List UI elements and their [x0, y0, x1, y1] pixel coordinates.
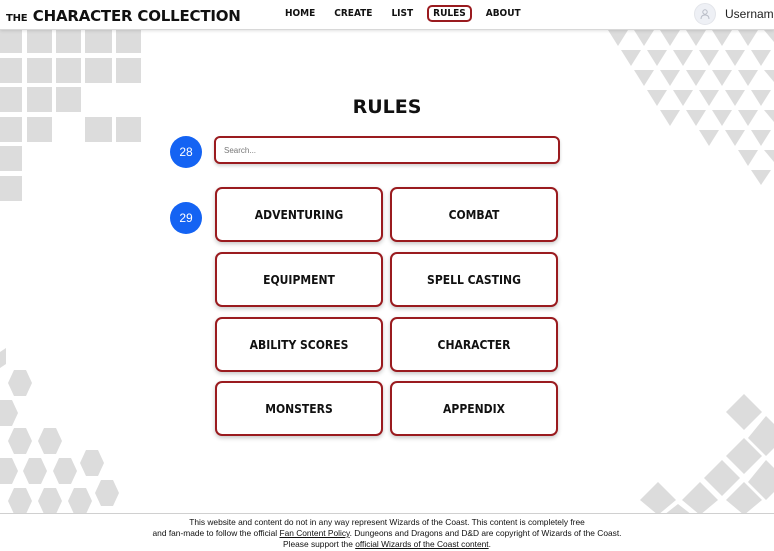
search-input[interactable]: [214, 136, 560, 164]
user-icon[interactable]: [694, 3, 716, 25]
logo-prefix: THE: [6, 13, 28, 24]
rule-adventuring-button[interactable]: ADVENTURING: [215, 187, 383, 242]
rule-equipment-button[interactable]: EQUIPMENT: [215, 252, 383, 307]
main-nav: HOME CREATE LIST RULES ABOUT: [280, 5, 535, 22]
rule-character-button[interactable]: CHARACTER: [390, 317, 558, 372]
rule-combat-button[interactable]: COMBAT: [390, 187, 558, 242]
nav-list[interactable]: LIST: [386, 5, 418, 22]
footer-line-1: This website and content do not in any w…: [189, 517, 585, 527]
rule-ability-scores-button[interactable]: ABILITY SCORES: [215, 317, 383, 372]
site-logo[interactable]: THE CHARACTER COLLECTION: [6, 6, 241, 25]
rule-monsters-button[interactable]: MONSTERS: [215, 381, 383, 436]
footer-text: . Dungeons and Dragons and D&D are copyr…: [349, 528, 622, 538]
search-number-badge: 28: [170, 136, 202, 168]
fan-content-policy-link[interactable]: Fan Content Policy: [279, 528, 349, 538]
footer-text: Please support the: [283, 539, 356, 549]
nav-create[interactable]: CREATE: [329, 5, 377, 22]
footer-text: and fan-made to follow the official: [152, 528, 280, 538]
footer-line-2: and fan-made to follow the official Fan …: [0, 528, 774, 539]
footer: This website and content do not in any w…: [0, 513, 774, 551]
nav-about[interactable]: ABOUT: [481, 5, 526, 22]
footer-text: .: [488, 539, 491, 549]
username-label[interactable]: Username: [725, 7, 774, 21]
rule-spell-casting-button[interactable]: SPELL CASTING: [390, 252, 558, 307]
decor-diamonds-bottomright: [640, 394, 774, 515]
nav-rules[interactable]: RULES: [427, 5, 472, 22]
rule-appendix-button[interactable]: APPENDIX: [390, 381, 558, 436]
grid-number-badge: 29: [170, 202, 202, 234]
page-title: RULES: [352, 96, 422, 118]
nav-home[interactable]: HOME: [280, 5, 320, 22]
footer-line-3: Please support the official Wizards of t…: [0, 539, 774, 550]
user-menu[interactable]: Username: [694, 3, 774, 25]
top-nav-bar: THE CHARACTER COLLECTION HOME CREATE LIS…: [0, 0, 774, 30]
wotc-content-link[interactable]: official Wizards of the Coast content: [355, 539, 488, 549]
decor-hexagons-bottomleft: [0, 348, 119, 514]
logo-title: CHARACTER COLLECTION: [32, 7, 241, 25]
